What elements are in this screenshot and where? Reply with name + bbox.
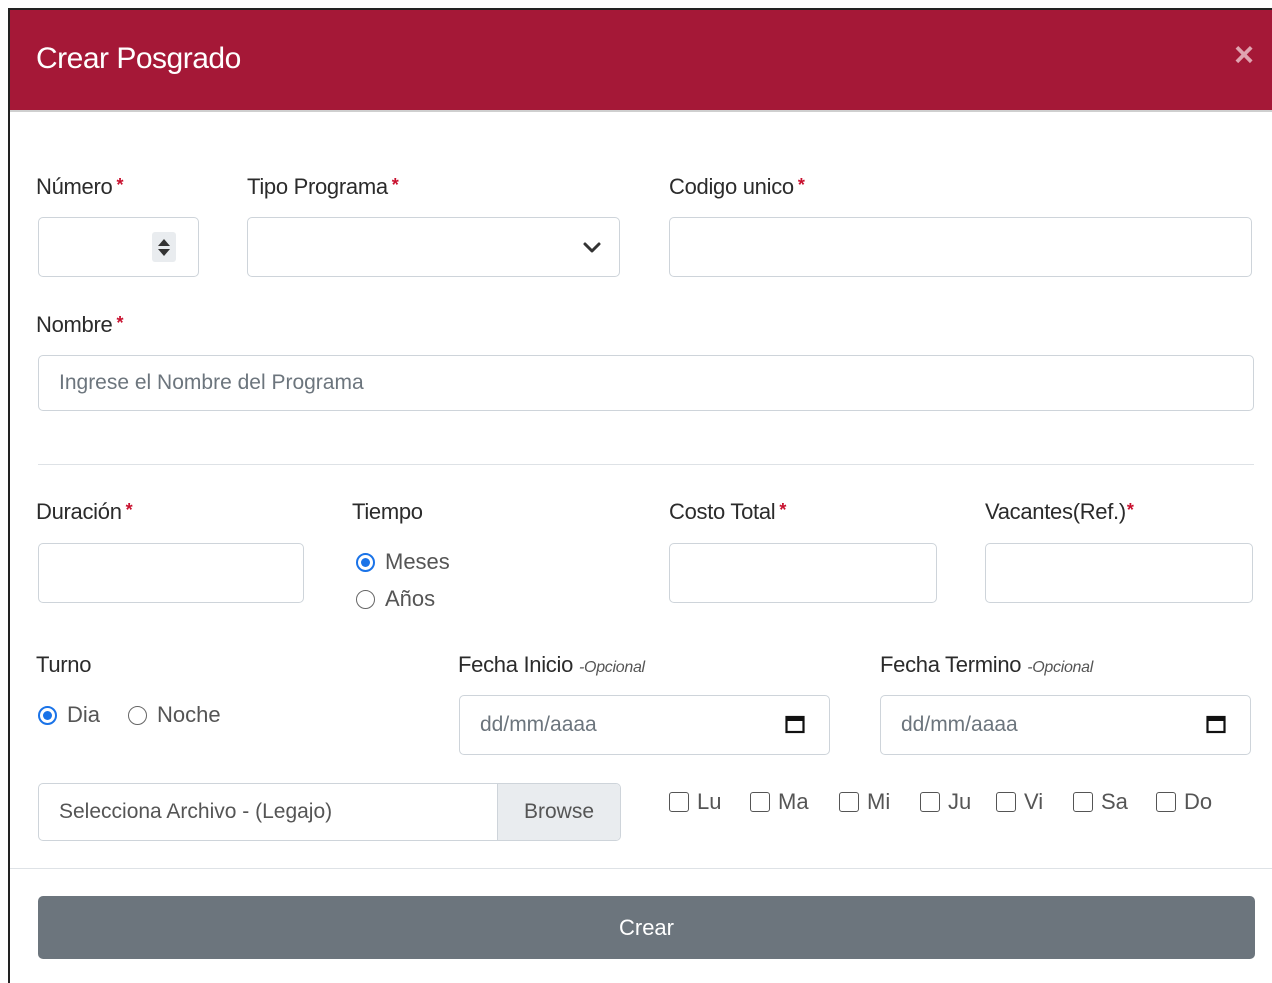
radio-icon[interactable] [128, 705, 147, 725]
turno-radio-noche[interactable]: Noche [128, 702, 221, 728]
modal-title: Crear Posgrado [36, 42, 241, 75]
required-mark: * [125, 500, 133, 520]
divider [38, 464, 1254, 465]
radio-selected-icon[interactable] [356, 552, 375, 572]
vacantes-input[interactable] [985, 543, 1253, 603]
file-placeholder: Selecciona Archivo - (Legajo) [59, 800, 333, 823]
required-mark: * [779, 500, 787, 520]
required-mark: * [116, 175, 124, 195]
number-stepper-icon[interactable] [152, 232, 176, 262]
checkbox-label: Ma [778, 789, 809, 814]
costo-total-input[interactable] [669, 543, 937, 603]
fecha-termino-label: Fecha Termino -Opcional [880, 652, 1093, 678]
numero-label: Número * [36, 174, 123, 200]
vacantes-label: Vacantes(Ref.)* [985, 499, 1134, 525]
checkbox-label: Ju [948, 789, 972, 814]
optional-note: -Opcional [579, 659, 645, 676]
fecha-termino-placeholder: dd/mm/aaaa [901, 713, 1018, 736]
calendar-icon[interactable] [1206, 714, 1226, 734]
radio-selected-icon[interactable] [38, 705, 57, 725]
radio-label: Noche [157, 702, 221, 727]
costo-total-label-text: Costo Total [669, 499, 776, 524]
checkbox-label: Do [1184, 789, 1213, 814]
tiempo-radio-anos[interactable]: Años [356, 586, 435, 612]
numero-label-text: Número [36, 174, 113, 199]
tipo-programa-label: Tipo Programa * [247, 174, 399, 200]
turno-label: Turno [36, 652, 92, 677]
numero-input[interactable] [38, 217, 199, 277]
duracion-label: Duración * [36, 499, 133, 525]
fecha-inicio-placeholder: dd/mm/aaaa [480, 713, 597, 736]
fecha-termino-input[interactable]: dd/mm/aaaa [880, 695, 1251, 755]
fecha-inicio-label: Fecha Inicio -Opcional [458, 652, 645, 678]
checkbox-day-ju[interactable]: Ju [920, 789, 971, 815]
checkbox-icon[interactable] [1073, 792, 1093, 812]
checkbox-day-do[interactable]: Do [1156, 789, 1212, 815]
radio-icon[interactable] [356, 589, 375, 609]
checkbox-label: Vi [1024, 789, 1044, 814]
nombre-label-text: Nombre [36, 312, 113, 337]
checkbox-label: Mi [867, 789, 891, 814]
checkbox-label: Lu [697, 789, 722, 814]
checkbox-icon[interactable] [996, 792, 1016, 812]
radio-label: Años [385, 586, 436, 611]
vacantes-label-text: Vacantes(Ref.) [985, 499, 1126, 524]
codigo-unico-input[interactable] [669, 217, 1252, 277]
optional-note: -Opcional [1027, 659, 1093, 676]
checkbox-day-ma[interactable]: Ma [750, 789, 809, 815]
nombre-label: Nombre * [36, 312, 123, 338]
costo-total-label: Costo Total * [669, 499, 786, 525]
legajo-file-input[interactable]: Selecciona Archivo - (Legajo) Browse [38, 783, 621, 841]
required-mark: * [797, 175, 805, 195]
fecha-inicio-label-text: Fecha Inicio [458, 652, 574, 677]
checkbox-icon[interactable] [839, 792, 859, 812]
footer-divider [10, 868, 1272, 869]
tipo-programa-label-text: Tipo Programa [247, 174, 388, 199]
required-mark: * [391, 175, 399, 195]
radio-label: Meses [385, 549, 450, 574]
turno-radio-dia[interactable]: Dia [38, 702, 100, 728]
nombre-placeholder: Ingrese el Nombre del Programa [59, 371, 364, 394]
duracion-input[interactable] [38, 543, 304, 603]
nombre-input[interactable]: Ingrese el Nombre del Programa [38, 355, 1254, 411]
checkbox-icon[interactable] [920, 792, 940, 812]
required-mark: * [116, 313, 124, 333]
checkbox-icon[interactable] [1156, 792, 1176, 812]
radio-label: Dia [67, 702, 101, 727]
tiempo-radio-meses[interactable]: Meses [356, 549, 450, 575]
checkbox-icon[interactable] [669, 792, 689, 812]
close-icon[interactable]: × [1234, 38, 1254, 72]
tipo-programa-select[interactable] [247, 217, 620, 277]
checkbox-label: Sa [1101, 789, 1128, 814]
required-mark: * [1126, 500, 1134, 520]
modal-header: Crear Posgrado × [10, 10, 1272, 112]
chevron-down-icon [583, 242, 601, 253]
duracion-label-text: Duración [36, 499, 122, 524]
checkbox-day-mi[interactable]: Mi [839, 789, 890, 815]
checkbox-day-sa[interactable]: Sa [1073, 789, 1128, 815]
codigo-unico-label: Codigo unico * [669, 174, 805, 200]
tiempo-label: Tiempo [352, 499, 423, 524]
checkbox-day-vi[interactable]: Vi [996, 789, 1043, 815]
fecha-termino-label-text: Fecha Termino [880, 652, 1022, 677]
checkbox-day-lu[interactable]: Lu [669, 789, 721, 815]
codigo-unico-label-text: Codigo unico [669, 174, 794, 199]
crear-button[interactable]: Crear [38, 896, 1255, 959]
browse-button[interactable]: Browse [497, 784, 620, 840]
calendar-icon[interactable] [785, 714, 805, 734]
create-posgrado-modal: Crear Posgrado × Número * Tipo Programa * … [8, 8, 1272, 983]
checkbox-icon[interactable] [750, 792, 770, 812]
fecha-inicio-input[interactable]: dd/mm/aaaa [459, 695, 830, 755]
